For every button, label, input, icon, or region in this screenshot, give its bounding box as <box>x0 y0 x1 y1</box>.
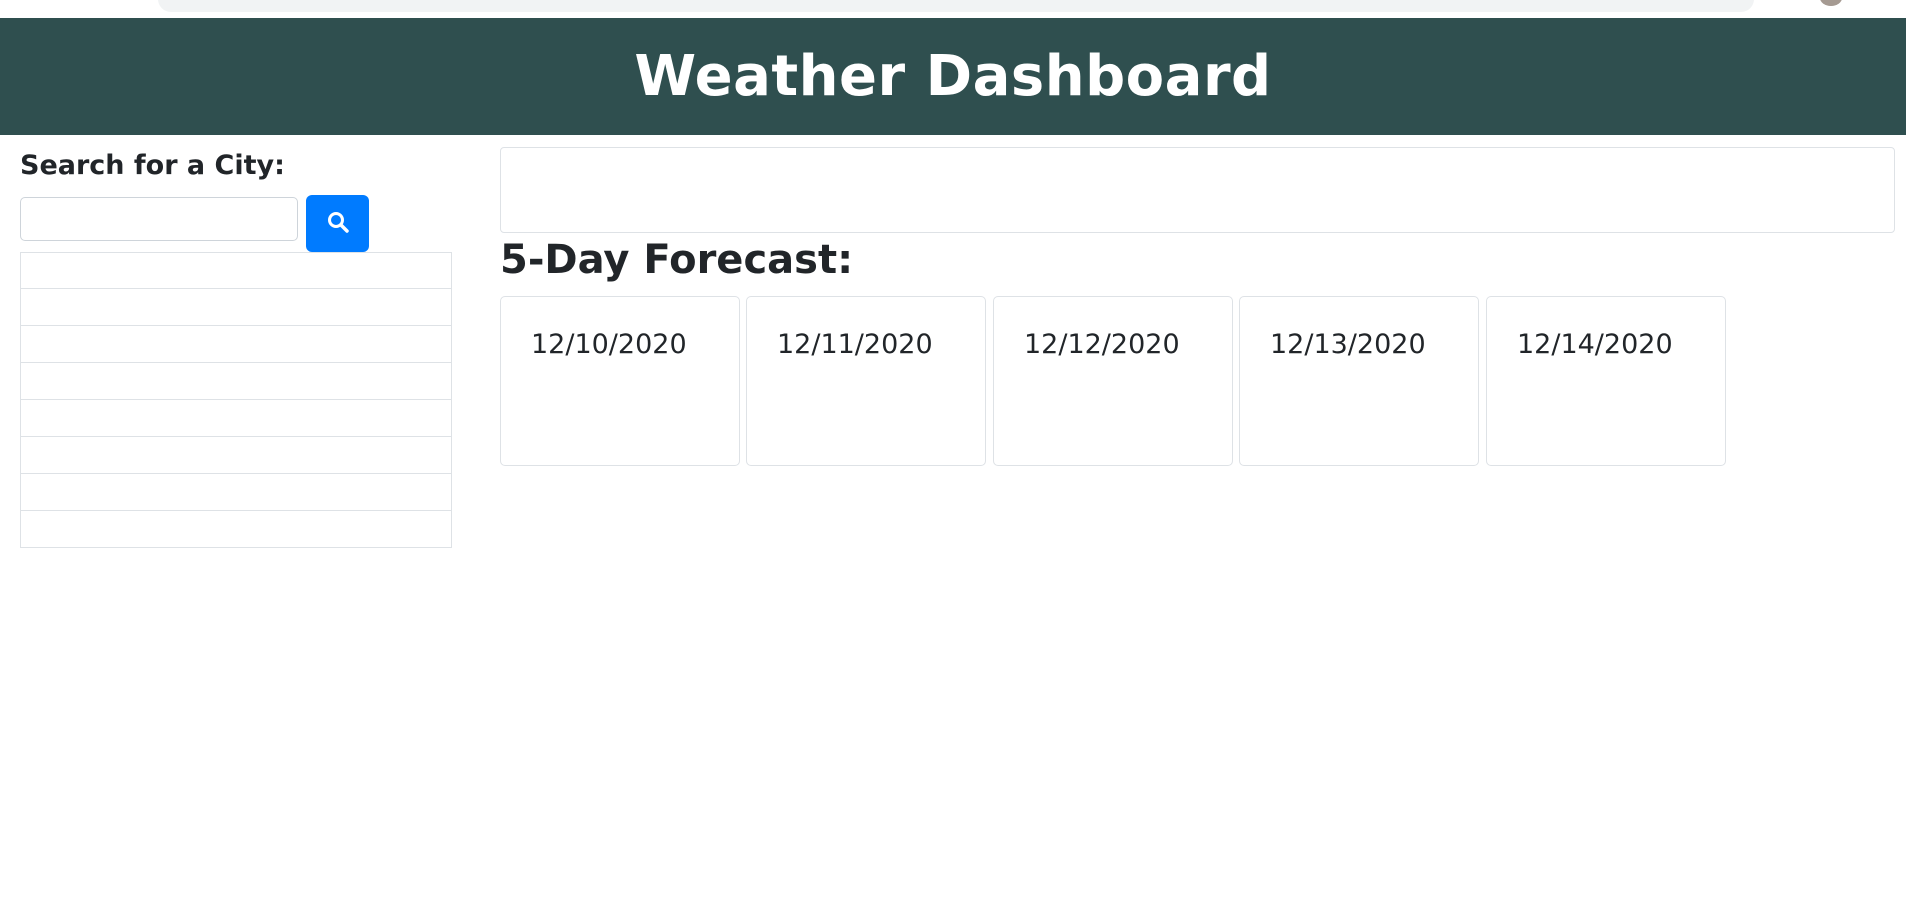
city-search-input[interactable] <box>20 197 298 241</box>
page-header: Weather Dashboard <box>0 18 1906 135</box>
search-button[interactable] <box>306 195 369 252</box>
city-history-item[interactable] <box>20 400 452 437</box>
search-icon <box>326 210 350 237</box>
forecast-date: 12/11/2020 <box>777 329 933 360</box>
forecast-title: 5-Day Forecast: <box>500 237 854 283</box>
city-history-list <box>20 252 452 548</box>
profile-avatar[interactable] <box>1820 0 1842 6</box>
city-history-item[interactable] <box>20 363 452 400</box>
city-history-item[interactable] <box>20 474 452 511</box>
city-history-item[interactable] <box>20 511 452 548</box>
forecast-date: 12/13/2020 <box>1270 329 1426 360</box>
current-weather-panel <box>500 147 1895 233</box>
city-history-item[interactable] <box>20 289 452 326</box>
forecast-date: 12/12/2020 <box>1024 329 1180 360</box>
forecast-card: 12/12/2020 <box>993 296 1233 466</box>
city-history-item[interactable] <box>20 252 452 289</box>
city-history-item[interactable] <box>20 326 452 363</box>
forecast-card: 12/14/2020 <box>1486 296 1726 466</box>
forecast-card: 12/10/2020 <box>500 296 740 466</box>
forecast-card: 12/11/2020 <box>746 296 986 466</box>
address-bar[interactable] <box>158 0 1754 12</box>
forecast-card: 12/13/2020 <box>1239 296 1479 466</box>
search-label: Search for a City: <box>20 150 285 181</box>
city-history-item[interactable] <box>20 437 452 474</box>
forecast-date: 12/14/2020 <box>1517 329 1673 360</box>
browser-top-strip <box>0 0 1906 18</box>
page-title: Weather Dashboard <box>634 44 1272 109</box>
forecast-date: 12/10/2020 <box>531 329 687 360</box>
